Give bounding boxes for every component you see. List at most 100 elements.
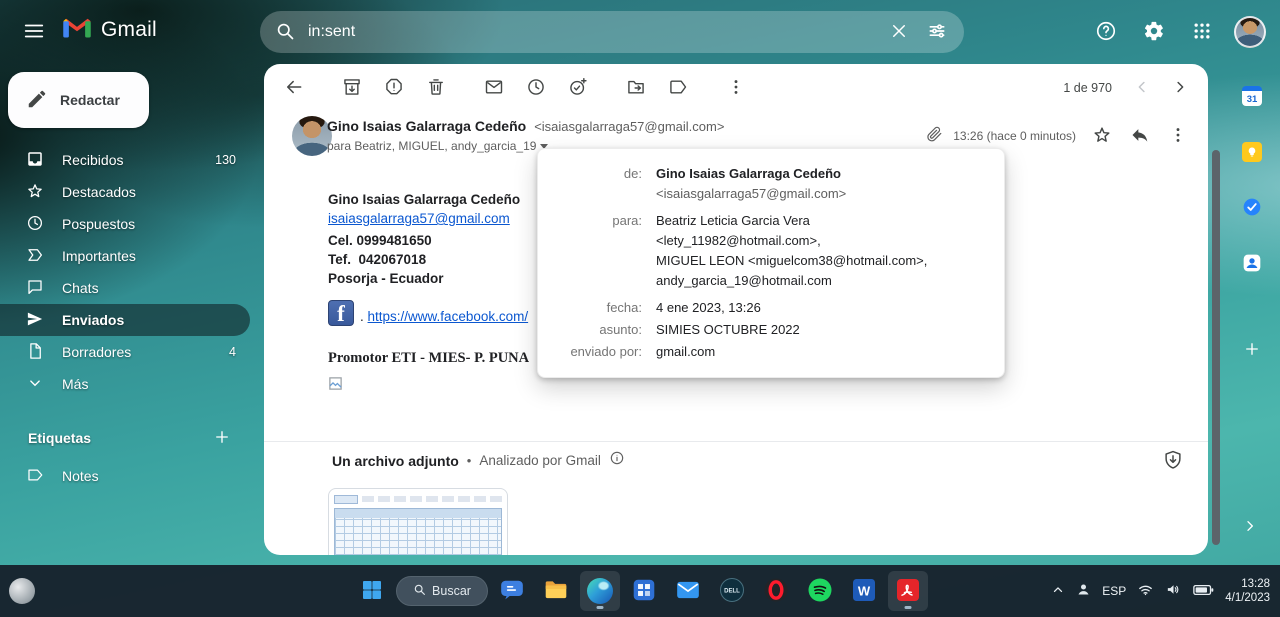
sidebar-item-label: Recibidos bbox=[62, 152, 123, 168]
acrobat-button[interactable] bbox=[888, 571, 928, 611]
attachment-scanned-text: Analizado por Gmail bbox=[479, 453, 601, 468]
side-panel-collapse-button[interactable] bbox=[1236, 513, 1264, 541]
sidebar-item-pospuestos[interactable]: Pospuestos bbox=[0, 208, 250, 240]
search-icon bbox=[413, 583, 426, 599]
tasks-icon bbox=[1242, 197, 1262, 220]
sidebar-label-notes[interactable]: Notes bbox=[0, 460, 250, 492]
search-button[interactable] bbox=[266, 13, 304, 51]
sidebar-item-enviados[interactable]: Enviados bbox=[0, 304, 250, 336]
details-para-line: Beatriz Leticia Garcia Vera bbox=[656, 211, 927, 231]
message-toolbar: 1 de 970 bbox=[264, 64, 1208, 112]
attachment-header: Un archivo adjunto • Analizado por Gmail bbox=[332, 450, 625, 471]
signature-cel: Cel. 0999481650 bbox=[328, 231, 529, 250]
word-button[interactable]: W bbox=[844, 571, 884, 611]
opera-browser-button[interactable] bbox=[756, 571, 796, 611]
sidebar-item-chats[interactable]: Chats bbox=[0, 272, 250, 304]
mail-app-button[interactable] bbox=[668, 571, 708, 611]
chevron-right-icon bbox=[1242, 518, 1258, 537]
chat-app-button[interactable] bbox=[492, 571, 532, 611]
sidebar-item-label: Borradores bbox=[62, 344, 131, 360]
search-icon bbox=[275, 21, 295, 44]
header-actions bbox=[1084, 10, 1272, 54]
pagination-text: 1 de 970 bbox=[1063, 81, 1112, 95]
create-label-button[interactable] bbox=[206, 422, 238, 454]
chat-bubble-icon bbox=[26, 278, 44, 299]
widgets-icon[interactable] bbox=[9, 578, 35, 604]
svg-text:W: W bbox=[858, 583, 871, 598]
details-para-line: MIGUEL LEON <miguelcom38@hotmail.com>, bbox=[656, 251, 927, 271]
recipients-toggle[interactable]: para Beatriz, MIGUEL, andy_garcia_19 bbox=[327, 139, 548, 153]
calendar-panel-button[interactable]: 31 bbox=[1232, 76, 1272, 116]
tasks-panel-button[interactable] bbox=[1232, 188, 1272, 228]
details-label: asunto: bbox=[538, 320, 642, 340]
language-indicator[interactable]: ESP bbox=[1102, 584, 1126, 598]
search-options-button[interactable] bbox=[918, 13, 956, 51]
mark-unread-button[interactable] bbox=[474, 68, 514, 108]
keep-panel-button[interactable] bbox=[1232, 132, 1272, 172]
report-spam-button[interactable] bbox=[374, 68, 414, 108]
get-addons-button[interactable] bbox=[1232, 330, 1272, 370]
star-message-button[interactable] bbox=[1086, 120, 1118, 152]
facebook-link[interactable]: https://www.facebook.com/ bbox=[368, 309, 529, 324]
message-more-button[interactable] bbox=[1162, 120, 1194, 152]
system-tray: ESP 13:28 4/1/2023 bbox=[1051, 565, 1270, 617]
app-grid-button[interactable] bbox=[624, 571, 664, 611]
edge-browser-button[interactable] bbox=[580, 571, 620, 611]
more-options-button[interactable] bbox=[716, 68, 756, 108]
taskbar-search[interactable]: Buscar bbox=[396, 576, 488, 606]
reply-button[interactable] bbox=[1124, 120, 1156, 152]
help-button[interactable] bbox=[1084, 10, 1128, 54]
archive-button[interactable] bbox=[332, 68, 372, 108]
apps-button[interactable] bbox=[1180, 10, 1224, 54]
spotify-button[interactable] bbox=[800, 571, 840, 611]
start-button[interactable] bbox=[352, 571, 392, 611]
sidebar-item-label: Destacados bbox=[62, 184, 136, 200]
delete-button[interactable] bbox=[416, 68, 456, 108]
newer-button[interactable] bbox=[1124, 70, 1160, 106]
details-row-para: para: Beatriz Leticia Garcia Vera <lety_… bbox=[538, 211, 986, 291]
vertical-dots-icon bbox=[1168, 125, 1188, 148]
sidebar-item-importantes[interactable]: Importantes bbox=[0, 240, 250, 272]
send-icon bbox=[26, 310, 44, 331]
settings-button[interactable] bbox=[1132, 10, 1176, 54]
search-bar[interactable] bbox=[260, 11, 964, 53]
dell-app-button[interactable]: DELL bbox=[712, 571, 752, 611]
clear-search-button[interactable] bbox=[880, 13, 918, 51]
attachment-thumbnail[interactable] bbox=[328, 488, 508, 555]
wifi-button[interactable] bbox=[1137, 581, 1154, 601]
search-input[interactable] bbox=[304, 23, 880, 41]
move-to-button[interactable] bbox=[616, 68, 656, 108]
file-explorer-button[interactable] bbox=[536, 571, 576, 611]
labels-button[interactable] bbox=[658, 68, 698, 108]
sidebar-item-recibidos[interactable]: Recibidos 130 bbox=[0, 144, 250, 176]
details-fecha-value: 4 ene 2023, 13:26 bbox=[656, 298, 761, 318]
info-icon[interactable] bbox=[609, 450, 625, 471]
tray-status-button[interactable] bbox=[1076, 582, 1091, 600]
account-button[interactable] bbox=[1228, 10, 1272, 54]
snooze-button[interactable] bbox=[516, 68, 556, 108]
sidebar-item-label: Importantes bbox=[62, 248, 136, 264]
download-attachment-button[interactable] bbox=[1158, 446, 1188, 476]
sidebar-item-mas[interactable]: Más bbox=[0, 368, 250, 400]
battery-button[interactable] bbox=[1193, 583, 1214, 600]
add-to-tasks-button[interactable] bbox=[558, 68, 598, 108]
main-menu-button[interactable] bbox=[14, 12, 54, 52]
calendar-icon: 31 bbox=[1242, 86, 1262, 106]
facebook-icon[interactable]: f bbox=[328, 300, 354, 326]
compose-button[interactable]: Redactar bbox=[8, 72, 149, 128]
back-button[interactable] bbox=[274, 68, 314, 108]
signature-name: Gino Isaias Galarraga Cedeño bbox=[328, 190, 529, 209]
contacts-panel-button[interactable] bbox=[1232, 244, 1272, 284]
tray-time: 13:28 bbox=[1225, 577, 1270, 591]
tray-overflow-button[interactable] bbox=[1051, 583, 1065, 600]
volume-button[interactable] bbox=[1165, 581, 1182, 601]
older-button[interactable] bbox=[1162, 70, 1198, 106]
keep-icon bbox=[1242, 142, 1262, 162]
scrollbar-thumb[interactable] bbox=[1212, 150, 1220, 545]
opera-icon bbox=[763, 577, 789, 606]
signature-email-link[interactable]: isaiasgalarraga57@gmail.com bbox=[328, 209, 529, 228]
clock[interactable]: 13:28 4/1/2023 bbox=[1225, 577, 1270, 605]
sidebar-item-destacados[interactable]: Destacados bbox=[0, 176, 250, 208]
recipients-summary: para Beatriz, MIGUEL, andy_garcia_19 bbox=[327, 139, 536, 153]
sidebar-item-borradores[interactable]: Borradores 4 bbox=[0, 336, 250, 368]
